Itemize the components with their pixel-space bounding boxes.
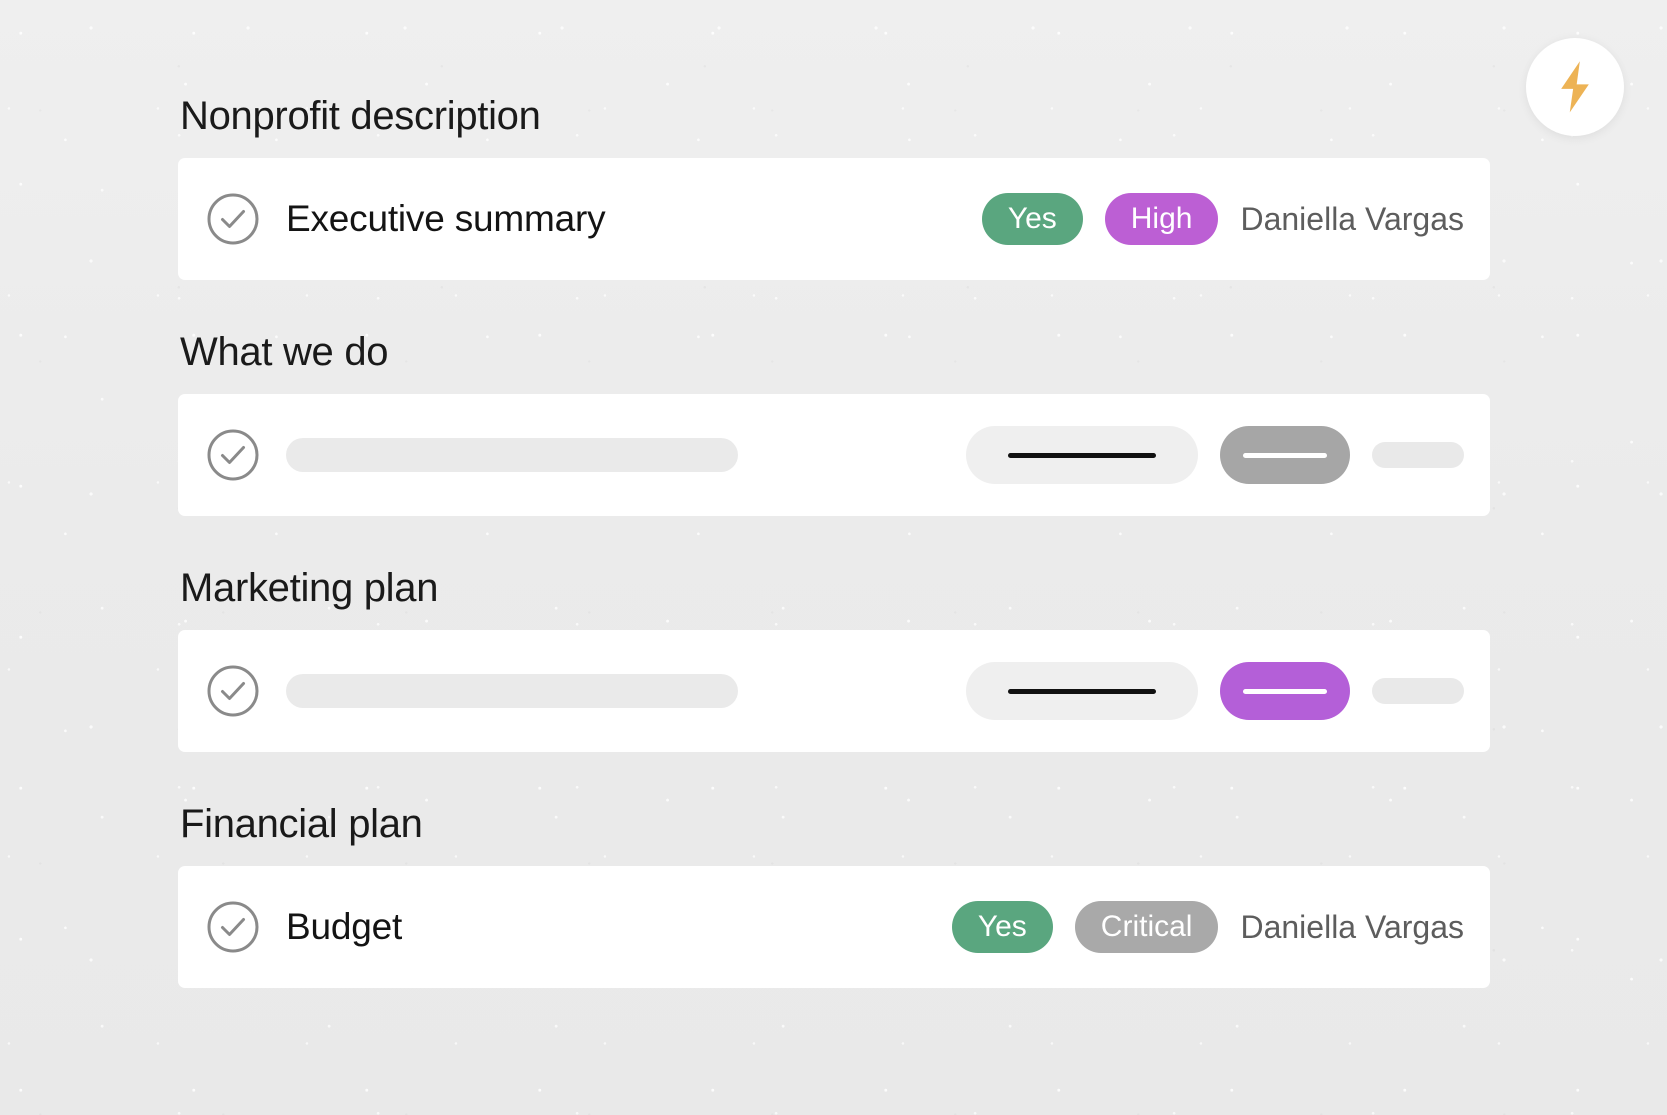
section-marketing-plan: Marketing plan [178, 568, 1490, 752]
sections-list: Nonprofit description Executive summary … [178, 96, 1490, 1040]
assignee-name[interactable]: Daniella Vargas [1240, 909, 1464, 946]
priority-badge-placeholder[interactable] [1220, 426, 1350, 484]
section-title: What we do [180, 330, 389, 374]
status-badge-placeholder[interactable] [966, 426, 1198, 484]
check-circle-icon[interactable] [206, 428, 260, 482]
checklist-page: Nonprofit description Executive summary … [0, 0, 1667, 1115]
assignee-placeholder[interactable] [1372, 678, 1464, 704]
priority-badge-high[interactable]: High [1104, 193, 1219, 245]
check-circle-icon[interactable] [206, 664, 260, 718]
placeholder-dash [1243, 452, 1327, 458]
priority-badge-critical[interactable]: Critical [1074, 901, 1219, 953]
section-financial-plan: Financial plan Budget Yes Critical Danie… [178, 804, 1490, 988]
lightning-bolt-button[interactable] [1526, 38, 1624, 136]
placeholder-dash [1008, 452, 1156, 458]
check-circle-icon[interactable] [206, 900, 260, 954]
task-name: Budget [286, 906, 403, 947]
lightning-bolt-icon [1552, 59, 1598, 115]
task-row-placeholder[interactable] [178, 394, 1490, 516]
section-title: Marketing plan [180, 566, 439, 610]
assignee-name[interactable]: Daniella Vargas [1240, 201, 1464, 238]
placeholder-dash [1008, 688, 1156, 694]
row-fields-placeholder [966, 662, 1464, 720]
task-name-placeholder [286, 438, 738, 472]
row-fields: Yes High Daniella Vargas [981, 193, 1464, 245]
priority-badge-placeholder[interactable] [1220, 662, 1350, 720]
placeholder-dash [1243, 688, 1327, 694]
section-what-we-do: What we do [178, 332, 1490, 516]
task-name: Executive summary [286, 198, 606, 239]
row-fields-placeholder [966, 426, 1464, 484]
status-badge-placeholder[interactable] [966, 662, 1198, 720]
status-badge-yes[interactable]: Yes [981, 193, 1083, 245]
task-row[interactable]: Budget Yes Critical Daniella Vargas [178, 866, 1490, 988]
task-name-placeholder [286, 674, 738, 708]
task-row[interactable]: Executive summary Yes High Daniella Varg… [178, 158, 1490, 280]
row-fields: Yes Critical Daniella Vargas [951, 901, 1464, 953]
section-title: Nonprofit description [180, 94, 541, 138]
section-title: Financial plan [180, 802, 423, 846]
section-nonprofit-description: Nonprofit description Executive summary … [178, 96, 1490, 280]
task-row-placeholder[interactable] [178, 630, 1490, 752]
assignee-placeholder[interactable] [1372, 442, 1464, 468]
status-badge-yes[interactable]: Yes [951, 901, 1053, 953]
check-circle-icon[interactable] [206, 192, 260, 246]
